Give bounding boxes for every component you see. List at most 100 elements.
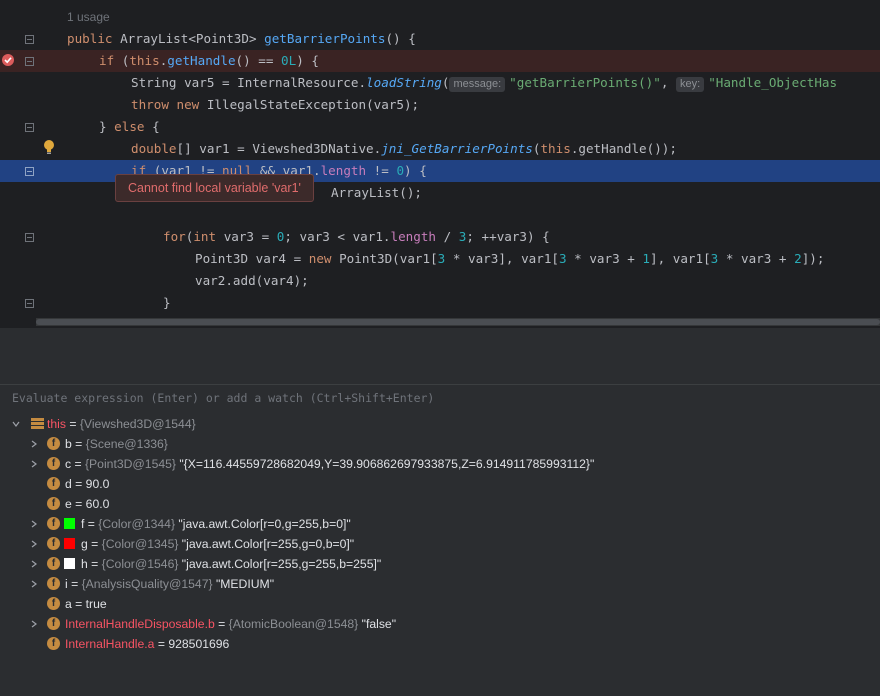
code-line[interactable]: String var5 = InternalResource.loadStrin… [0, 72, 880, 94]
variable-row[interactable]: this = {Viewshed3D@1544} [0, 414, 880, 434]
chevron-right-icon[interactable] [30, 580, 38, 588]
evaluate-expression-field[interactable]: Evaluate expression (Enter) or add a wat… [0, 384, 880, 412]
code-token: ; ++var3) { [466, 229, 550, 244]
code-token: ) { [404, 163, 427, 178]
variable-row[interactable]: f b = {Scene@1336} [0, 434, 880, 454]
variable-row[interactable]: f c = {Point3D@1545} "{X=116.44559728682… [0, 454, 880, 474]
code-line[interactable]: for(int var3 = 0; var3 < var1.length / 3… [0, 226, 880, 248]
code-token: getBarrierPoints [264, 31, 386, 46]
code-line[interactable]: throw new IllegalStateException(var5); [0, 94, 880, 116]
object-list-icon [31, 418, 44, 429]
variable-value: true [85, 597, 107, 611]
code-line[interactable]: public ArrayList<Point3D> getBarrierPoin… [0, 28, 880, 50]
chevron-right-icon[interactable] [30, 540, 38, 548]
variable-row[interactable]: f d = 90.0 [0, 474, 880, 494]
variable-row[interactable]: f h = {Color@1546} "java.awt.Color[r=255… [0, 554, 880, 574]
variable-value: 928501696 [168, 637, 230, 651]
color-swatch [64, 538, 75, 549]
usage-hint[interactable]: 1 usage [67, 10, 110, 24]
code-token: length [390, 229, 437, 244]
variable-ref: {Color@1345} [101, 537, 179, 551]
variables-tree[interactable]: this = {Viewshed3D@1544} f b = {Scene@13… [0, 411, 880, 696]
code-token: loadString [366, 75, 442, 90]
fold-icon[interactable] [25, 233, 34, 242]
variable-ref: {Scene@1336} [85, 437, 168, 451]
fold-icon[interactable] [25, 35, 34, 44]
code-token: ], var1[ [650, 251, 711, 266]
variable-eq: = [65, 417, 80, 431]
code-token: new [308, 251, 340, 266]
code-token: throw [131, 97, 177, 112]
variable-name: this [47, 417, 66, 431]
code-token: IllegalStateException(var5); [206, 97, 420, 112]
code-token: double [131, 141, 177, 156]
variable-row[interactable]: f e = 60.0 [0, 494, 880, 514]
code-line[interactable]: } [0, 292, 880, 314]
variable-value: "false" [358, 617, 397, 631]
code-token: () { [385, 31, 416, 46]
code-token: Point3D(var1[ [339, 251, 438, 266]
variable-name: g [81, 537, 88, 551]
code-token: 0L [281, 53, 297, 68]
chevron-right-icon[interactable] [30, 620, 38, 628]
field-icon: f [47, 517, 60, 530]
code-token: getHandle [167, 53, 236, 68]
code-token: String var5 = InternalResource. [131, 75, 367, 90]
code-token: ( [441, 75, 450, 90]
variable-eq: = [71, 457, 85, 471]
variable-row[interactable]: f InternalHandleDisposable.b = {AtomicBo… [0, 614, 880, 634]
variable-value: "java.awt.Color[r=0,g=255,b=0]" [175, 517, 351, 531]
variable-name: h [81, 557, 88, 571]
code-token: { [152, 119, 160, 134]
variable-row[interactable]: f g = {Color@1345} "java.awt.Color[r=255… [0, 534, 880, 554]
code-token: int [193, 229, 224, 244]
code-token: .getHandle()); [570, 141, 677, 156]
variable-ref: {Color@1344} [98, 517, 176, 531]
panel-divider [0, 328, 880, 384]
code-token: "getBarrierPoints()" [509, 75, 661, 90]
chevron-right-icon[interactable] [30, 560, 38, 568]
breakpoint-line[interactable]: if (this.getHandle() == 0L) { [0, 50, 880, 72]
code-line[interactable]: double[] var1 = Viewshed3DNative.jni_Get… [0, 138, 880, 160]
variable-row[interactable]: f InternalHandle.a = 928501696 [0, 634, 880, 654]
code-line[interactable]: var2.add(var4); [0, 270, 880, 292]
code-token: , [660, 75, 676, 90]
variable-name: InternalHandleDisposable.b [65, 617, 215, 631]
evaluate-placeholder: Evaluate expression (Enter) or add a wat… [12, 391, 435, 405]
fold-icon[interactable] [25, 167, 34, 176]
static-field-icon: f [47, 617, 60, 630]
code-token: public [67, 31, 121, 46]
lightbulb-icon[interactable] [42, 139, 56, 155]
chevron-down-icon[interactable] [12, 420, 20, 428]
horizontal-scrollbar[interactable] [36, 318, 880, 326]
code-token: Point3D var4 = [195, 251, 309, 266]
code-line[interactable]: } else { [0, 116, 880, 138]
code-token: for [163, 229, 186, 244]
code-token: () == [235, 53, 282, 68]
variable-eq: = [67, 577, 82, 591]
code-token: * var3 + [718, 251, 795, 266]
breakpoint-icon[interactable] [1, 53, 15, 67]
fold-icon[interactable] [25, 123, 34, 132]
variable-eq: = [154, 637, 169, 651]
variable-name: InternalHandle.a [65, 637, 155, 651]
scrollbar-thumb[interactable] [36, 319, 880, 325]
field-icon: f [47, 477, 60, 490]
chevron-right-icon[interactable] [30, 460, 38, 468]
fold-icon[interactable] [25, 57, 34, 66]
variable-eq: = [87, 537, 102, 551]
variable-ref: {Viewshed3D@1544} [79, 417, 196, 431]
chevron-right-icon[interactable] [30, 440, 38, 448]
variable-eq: = [71, 597, 86, 611]
fold-icon[interactable] [25, 299, 34, 308]
variable-row[interactable]: f i = {AnalysisQuality@1547} "MEDIUM" [0, 574, 880, 594]
code-token: if [99, 53, 122, 68]
code-token: * var3 + [566, 251, 643, 266]
color-swatch [64, 518, 75, 529]
variable-row[interactable]: f a = true [0, 594, 880, 614]
variable-row[interactable]: f f = {Color@1344} "java.awt.Color[r=0,g… [0, 514, 880, 534]
code-token: ArrayList<Point3D> [120, 31, 265, 46]
code-editor[interactable]: 1 usage public ArrayList<Point3D> getBar… [0, 0, 880, 328]
code-line[interactable]: Point3D var4 = new Point3D(var1[3 * var3… [0, 248, 880, 270]
chevron-right-icon[interactable] [30, 520, 38, 528]
